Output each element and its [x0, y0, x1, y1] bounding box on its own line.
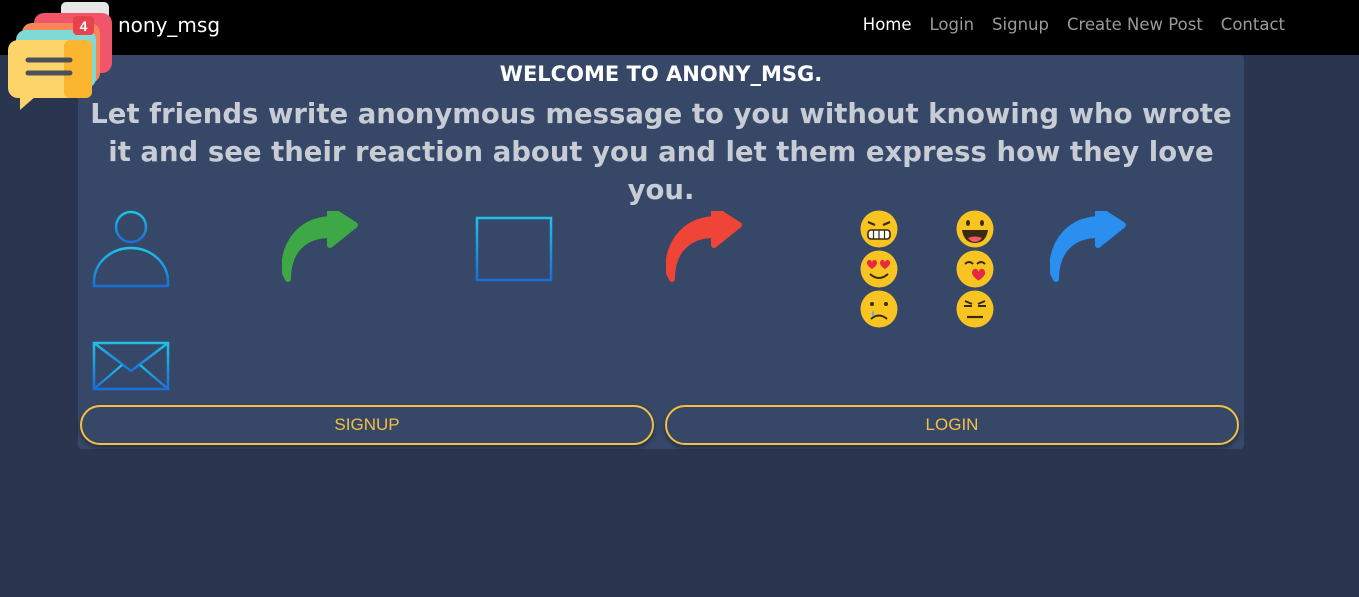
browser-window-icon: [475, 216, 553, 282]
unamused-face-icon: [956, 290, 994, 328]
signup-button[interactable]: SIGNUP: [80, 405, 654, 445]
heart-eyes-face-icon: [860, 250, 898, 288]
green-arrow-icon: [282, 211, 358, 282]
nav-link-signup[interactable]: Signup: [992, 14, 1049, 36]
kissing-heart-face-icon: [956, 250, 994, 288]
hero-tagline: Let friends write anonymous message to y…: [90, 98, 1232, 206]
envelope-icon: [92, 341, 170, 391]
login-button[interactable]: LOGIN: [665, 405, 1239, 445]
angry-face-icon: [860, 210, 898, 248]
emoji-grid-icon: [860, 210, 994, 328]
nav-link-contact[interactable]: Contact: [1221, 14, 1285, 36]
nav-link-create-new-post[interactable]: Create New Post: [1067, 14, 1203, 36]
user-icon: [92, 210, 170, 288]
chat-bubbles-logo-icon[interactable]: 4: [6, 2, 121, 114]
sad-face-icon: [860, 290, 898, 328]
nav-links: Home Login Signup Create New Post Contac…: [863, 14, 1285, 36]
red-arrow-icon: [666, 211, 742, 282]
nav-link-home[interactable]: Home: [863, 14, 912, 36]
welcome-title: WELCOME TO ANONY_MSG.: [499, 62, 823, 86]
nav-link-login[interactable]: Login: [930, 14, 975, 36]
navbar: nony_msg Home Login Signup Create New Po…: [0, 0, 1359, 55]
notification-badge: 4: [80, 18, 88, 34]
blue-arrow-icon: [1050, 211, 1126, 282]
grinning-face-icon: [956, 210, 994, 248]
hero-card: WELCOME TO ANONY_MSG. Let friends write …: [78, 55, 1244, 449]
brand-name[interactable]: nony_msg: [118, 12, 220, 38]
